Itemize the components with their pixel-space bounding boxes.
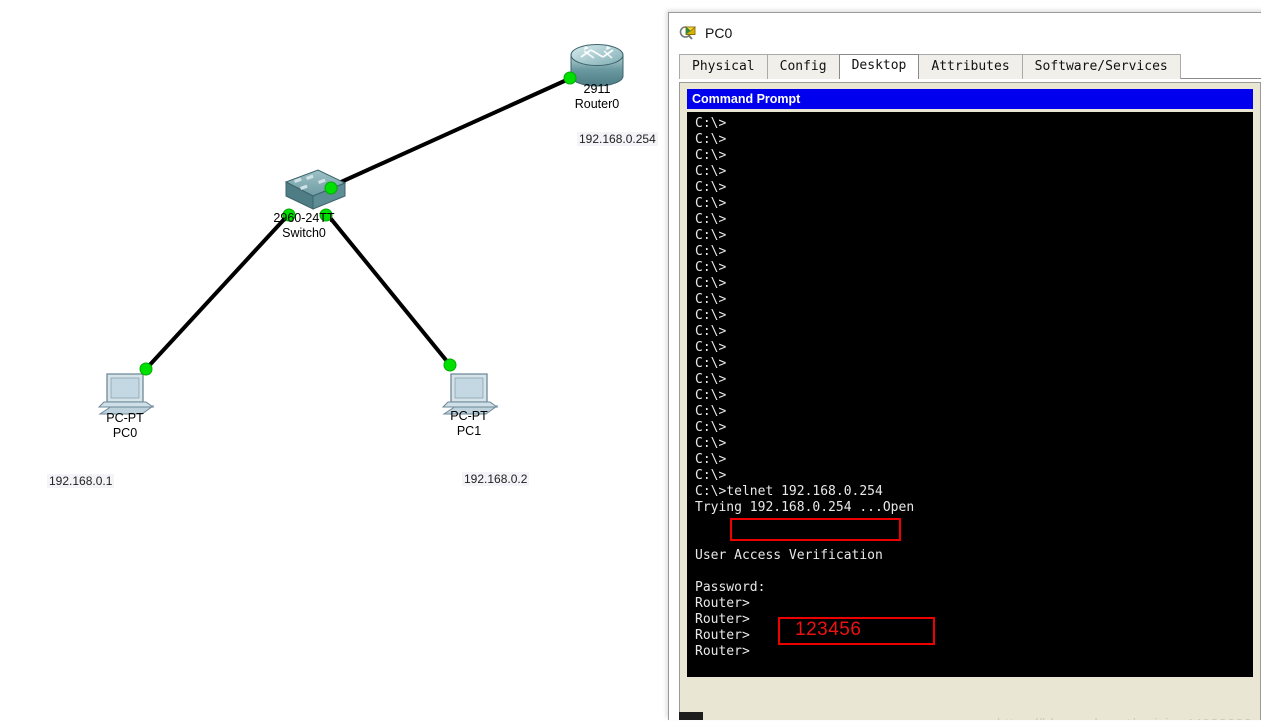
tab-bar[interactable]: Physical Config Desktop Attributes Softw… bbox=[679, 53, 1261, 79]
terminal-line: C:\> bbox=[695, 212, 1253, 228]
terminal-line: C:\> bbox=[695, 260, 1253, 276]
pc1-name: PC1 bbox=[419, 424, 519, 439]
terminal-line: C:\> bbox=[695, 132, 1253, 148]
terminal-line-password-prompt: Password: bbox=[695, 580, 1253, 596]
terminal-line-router-prompt: Router> bbox=[695, 596, 1253, 612]
tab-software-services[interactable]: Software/Services bbox=[1022, 54, 1181, 79]
terminal-line: C:\> bbox=[695, 388, 1253, 404]
terminal-line: C:\> bbox=[695, 276, 1253, 292]
terminal-line: C:\> bbox=[695, 164, 1253, 180]
terminal-line: C:\> bbox=[695, 372, 1253, 388]
router0-model: 2911 bbox=[547, 82, 647, 97]
terminal-line-router-prompt: Router> bbox=[695, 612, 1253, 628]
device-window-pc0[interactable]: PC0 Physical Config Desktop Attributes S… bbox=[668, 12, 1261, 720]
link-status-dot-switch-uplink bbox=[325, 182, 337, 194]
switch0-model: 2960-24TT bbox=[254, 211, 354, 226]
link-switch0-router0[interactable] bbox=[330, 78, 571, 187]
terminal-line: C:\> bbox=[695, 404, 1253, 420]
terminal-line: C:\> bbox=[695, 292, 1253, 308]
terminal-line: C:\> bbox=[695, 228, 1253, 244]
terminal-line: C:\> bbox=[695, 116, 1253, 132]
router0-label: 2911 Router0 bbox=[547, 82, 647, 112]
tab-attributes[interactable]: Attributes bbox=[918, 54, 1022, 79]
terminal-line-user-access-verification: User Access Verification bbox=[695, 548, 1253, 564]
watermark-text: https://blog.csdn.net/weixin_44032232 bbox=[997, 716, 1252, 720]
tab-desktop[interactable]: Desktop bbox=[839, 54, 920, 79]
router-icon[interactable] bbox=[571, 45, 623, 87]
pc0-label: PC-PT PC0 bbox=[75, 411, 175, 441]
link-status-dot-pc0 bbox=[140, 363, 152, 375]
terminal-line-trying: Trying 192.168.0.254 ...Open bbox=[695, 500, 1253, 516]
terminal-line: C:\> bbox=[695, 436, 1253, 452]
terminal-line bbox=[695, 516, 1253, 532]
terminal-line: C:\> bbox=[695, 356, 1253, 372]
switch0-name: Switch0 bbox=[254, 226, 354, 241]
pc-icon-pc0[interactable] bbox=[99, 374, 153, 414]
terminal-line: C:\> bbox=[695, 244, 1253, 260]
switch0-label: 2960-24TT Switch0 bbox=[254, 211, 354, 241]
window-title-bar: PC0 bbox=[669, 13, 1261, 53]
terminal-line: C:\> bbox=[695, 196, 1253, 212]
magnifier-package-icon bbox=[679, 24, 698, 43]
terminal-line-router-prompt: Router> bbox=[695, 644, 1253, 660]
terminal-line: C:\> bbox=[695, 308, 1253, 324]
terminal-line: C:\> bbox=[695, 148, 1253, 164]
terminal-line-telnet-command: C:\>telnet 192.168.0.254 bbox=[695, 484, 1253, 500]
window-footer-stub bbox=[679, 712, 703, 720]
pc-icon-pc1[interactable] bbox=[443, 374, 497, 414]
terminal-line-router-prompt: Router> bbox=[695, 628, 1253, 644]
router0-name: Router0 bbox=[547, 97, 647, 112]
terminal-line: C:\> bbox=[695, 324, 1253, 340]
link-status-dot-pc1 bbox=[444, 359, 456, 371]
pc1-model: PC-PT bbox=[419, 409, 519, 424]
terminal-line bbox=[695, 564, 1253, 580]
command-prompt-header: Command Prompt bbox=[687, 89, 1253, 109]
terminal-line: C:\> bbox=[695, 340, 1253, 356]
topology-canvas[interactable]: 2911 Router0 2960-24TT Switch0 PC-PT PC0… bbox=[0, 0, 668, 727]
pc0-model: PC-PT bbox=[75, 411, 175, 426]
router0-ip-label: 192.168.0.254 bbox=[577, 132, 658, 146]
terminal-line bbox=[695, 532, 1253, 548]
terminal-line: C:\> bbox=[695, 420, 1253, 436]
tab-config[interactable]: Config bbox=[767, 54, 840, 79]
pc1-label: PC-PT PC1 bbox=[419, 409, 519, 439]
terminal-line: C:\> bbox=[695, 468, 1253, 484]
desktop-panel: Command Prompt C:\> C:\> C:\> C:\> C:\> … bbox=[679, 82, 1261, 720]
pc0-ip-label: 192.168.0.1 bbox=[47, 474, 114, 488]
terminal-line: C:\> bbox=[695, 180, 1253, 196]
pc0-name: PC0 bbox=[75, 426, 175, 441]
password-annotation-value: 123456 bbox=[795, 619, 861, 641]
window-title: PC0 bbox=[705, 25, 732, 41]
terminal-output[interactable]: C:\> C:\> C:\> C:\> C:\> C:\> C:\> C:\> … bbox=[687, 112, 1253, 677]
terminal-line: C:\> bbox=[695, 452, 1253, 468]
tab-physical[interactable]: Physical bbox=[679, 54, 768, 79]
pc1-ip-label: 192.168.0.2 bbox=[462, 472, 529, 486]
